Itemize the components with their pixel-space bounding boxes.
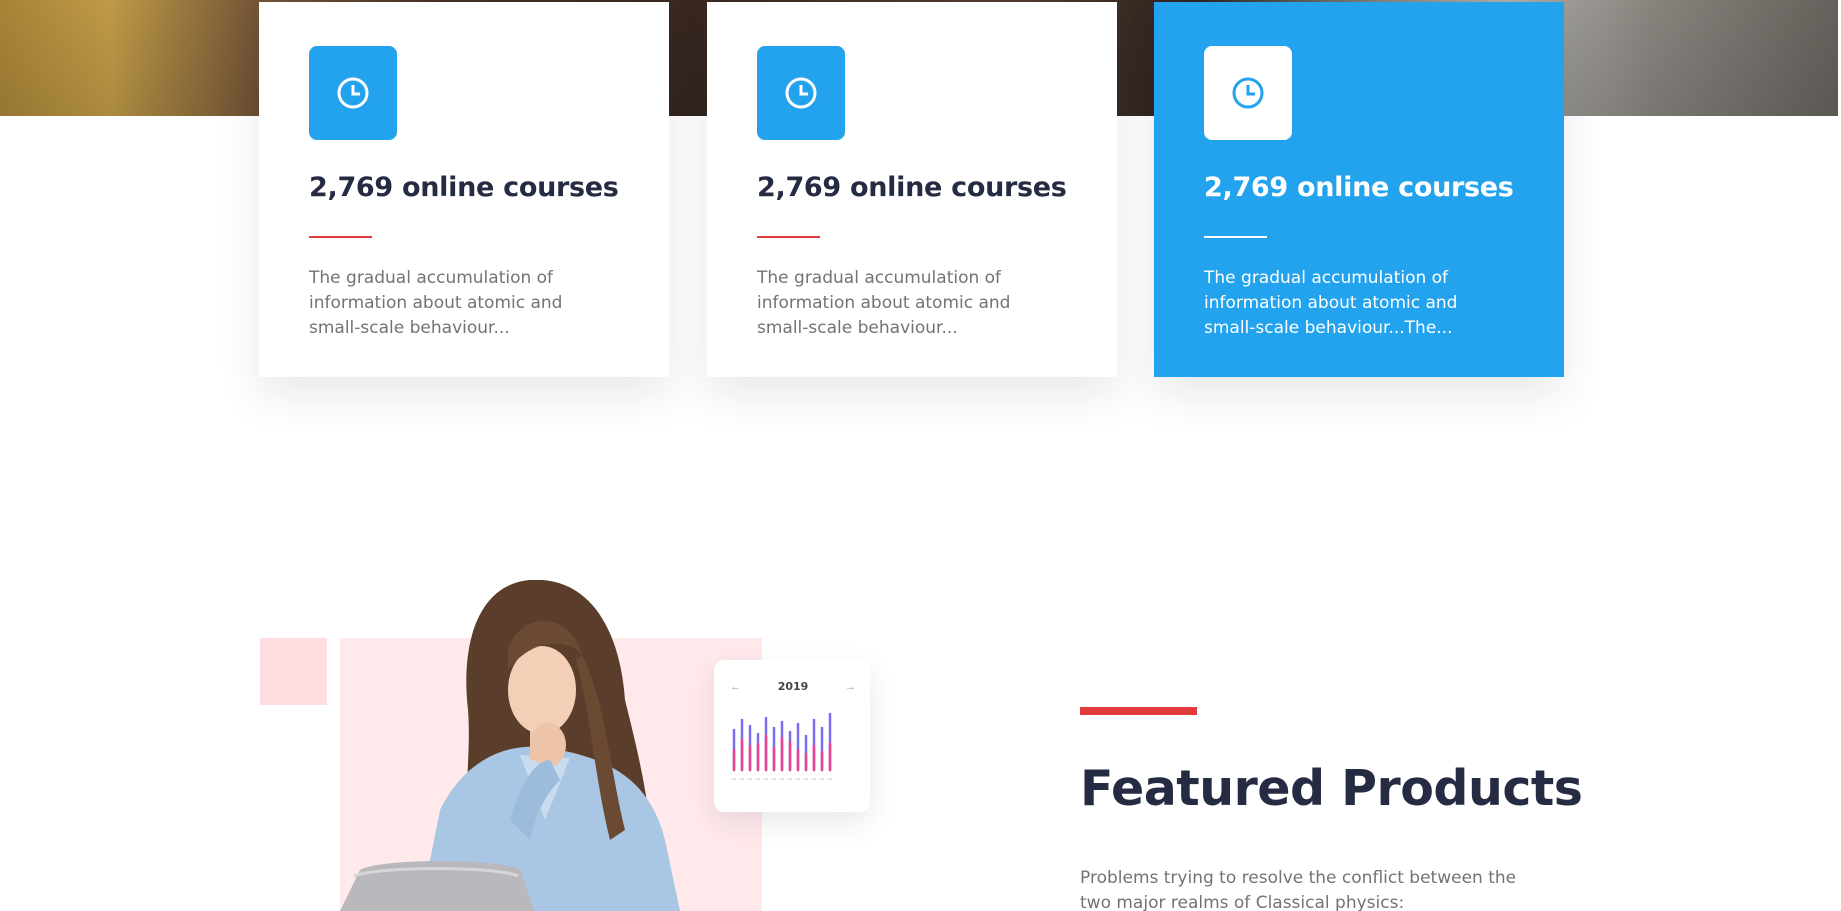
card-description: The gradual accumulation of information …: [309, 268, 563, 338]
card-title: 2,769 online courses: [757, 172, 1067, 203]
clock-icon: [337, 77, 369, 109]
card-title: 2,769 online courses: [309, 172, 619, 203]
feature-card-3-highlighted: 2,769 online courses The gradual accumul…: [1154, 2, 1564, 377]
card-description: The gradual accumulation of information …: [757, 268, 1011, 338]
feature-card-2: 2,769 online courses The gradual accumul…: [707, 2, 1117, 377]
featured-title: Featured Products: [1080, 760, 1583, 817]
card-icon-box: [1204, 46, 1292, 140]
next-arrow-icon[interactable]: →: [845, 681, 856, 693]
clock-icon: [785, 77, 817, 109]
card-divider: [1204, 236, 1267, 238]
featured-description: Problems trying to resolve the conflict …: [1080, 868, 1517, 911]
card-icon-box: [757, 46, 845, 140]
card-icon-box: [309, 46, 397, 140]
prev-arrow-icon[interactable]: ←: [730, 681, 741, 693]
card-title: 2,769 online courses: [1204, 172, 1514, 203]
stats-card-nav: ← 2019 →: [730, 680, 856, 693]
clock-icon: [1232, 77, 1264, 109]
decorative-square-small: [260, 638, 327, 705]
featured-accent-bar: [1080, 707, 1197, 715]
mini-bar-chart-graphic: [732, 712, 832, 780]
card-description: The gradual accumulation of information …: [1204, 268, 1458, 338]
woman-with-laptop-image: [340, 580, 680, 911]
card-divider: [757, 236, 820, 238]
feature-card-1: 2,769 online courses The gradual accumul…: [259, 2, 669, 377]
stats-chart-card: ← 2019 →: [714, 660, 870, 812]
stats-year-label: 2019: [777, 680, 809, 693]
card-divider: [309, 236, 372, 238]
